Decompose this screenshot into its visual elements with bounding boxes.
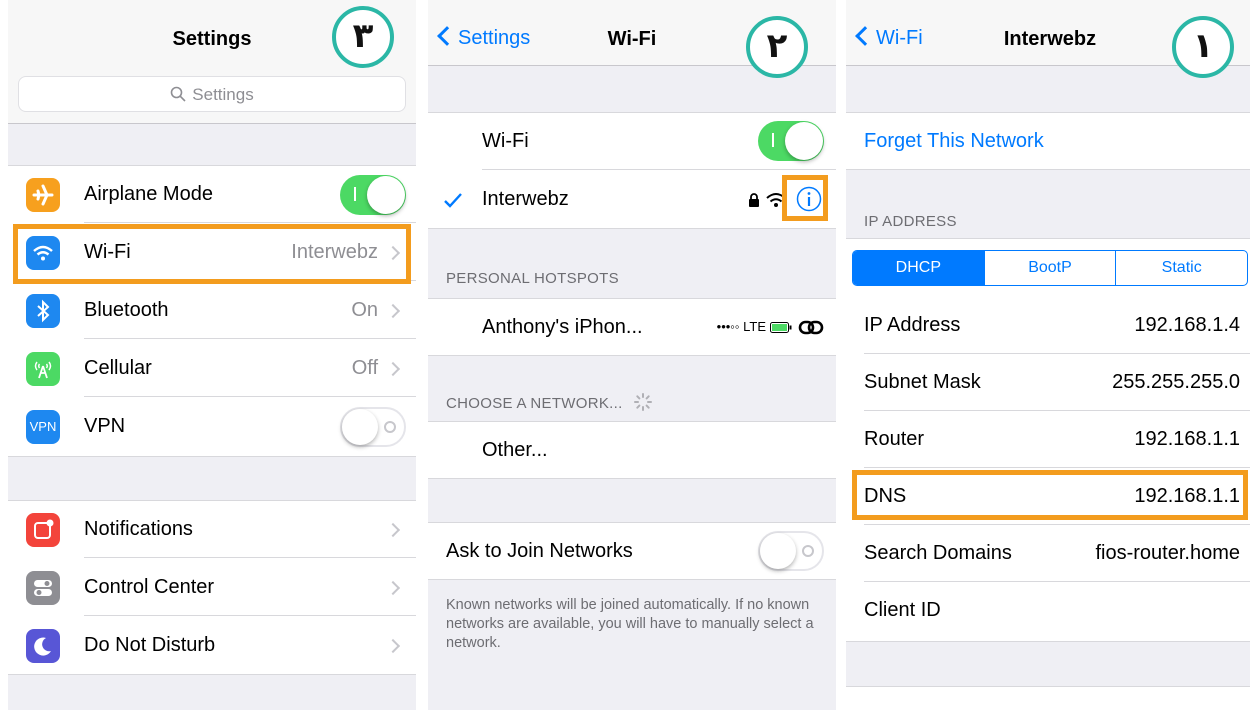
search-placeholder: Settings [192,85,254,104]
wifi-group: Wi-Fi Interwebz [428,112,836,229]
forget-network-button[interactable]: Forget This Network [864,130,1044,153]
ask-join-group: Ask to Join Networks [428,522,836,580]
subnet-mask-row: Subnet Mask 255.255.255.0 [846,354,1250,411]
detail-value: 255.255.255.0 [1112,371,1240,393]
chevron-right-icon [385,361,401,377]
ip-address-header: IP ADDRESS [864,213,957,230]
client-id-row[interactable]: Client ID [846,582,1250,639]
detail-label: Search Domains [864,542,1012,564]
do-not-disturb-row[interactable]: Do Not Disturb [8,617,416,674]
airplane-mode-row: Airplane Mode [8,166,416,223]
chevron-right-icon [385,303,401,319]
bluetooth-value: On [351,299,378,321]
connected-network-row[interactable]: Interwebz [428,171,836,228]
step-badge-3: ٣ [332,6,394,68]
chevron-right-icon [385,522,401,538]
forget-group: Forget This Network [846,112,1250,170]
segment-bootp[interactable]: BootP [985,251,1117,285]
control-center-icon [26,571,60,605]
hotspot-row[interactable]: Anthony's iPhon... •••◦◦ LTE [428,299,836,356]
ip-address-row: IP Address 192.168.1.4 [846,297,1250,354]
segment-static[interactable]: Static [1116,251,1247,285]
wifi-label: Wi-Fi [482,130,529,152]
detail-value: 192.168.1.4 [1134,314,1240,336]
bottom-group-edge [846,686,1250,710]
bluetooth-label: Bluetooth [84,299,169,321]
battery-icon [770,322,792,333]
hotspot-name: Anthony's iPhon... [482,316,643,338]
wifi-highlight [13,224,411,284]
detail-label: IP Address [864,314,961,336]
wifi-toggle[interactable] [758,121,824,161]
dns-highlight [852,470,1248,520]
airplane-mode-label: Airplane Mode [84,183,213,205]
network-detail-screen: Wi-Fi Interwebz ١ Forget This Network IP… [846,0,1250,710]
settings-screen: Settings Settings ٣ Airplane Mode Wi-Fi … [8,0,416,710]
checkmark-icon [444,193,462,208]
ip-mode-segmented-control: DHCP BootP Static [852,250,1248,286]
ask-join-label: Ask to Join Networks [446,540,633,562]
hotspot-signal: •••◦◦ LTE [716,319,766,334]
search-domains-row[interactable]: Search Domains fios-router.home [846,525,1250,582]
connectivity-group: Airplane Mode Wi-Fi Interwebz Bluetooth … [8,165,416,457]
cellular-icon [26,352,60,386]
hotspots-header: PERSONAL HOTSPOTS [446,270,619,287]
ask-join-footer: Known networks will be joined automatica… [446,597,814,651]
notifications-label: Notifications [84,518,193,540]
detail-label: Router [864,428,925,450]
segment-dhcp[interactable]: DHCP [853,251,985,285]
chevron-right-icon [385,638,401,654]
link-icon [798,320,824,335]
ask-join-toggle[interactable] [758,531,824,571]
spinner-icon [634,393,653,411]
vpn-toggle[interactable] [340,407,406,447]
notifications-row[interactable]: Notifications [8,501,416,558]
lock-icon [749,193,759,207]
control-center-label: Control Center [84,576,215,598]
wifi-toggle-row: Wi-Fi [428,113,836,170]
detail-value: fios-router.home [1095,542,1240,564]
info-highlight [782,175,828,221]
moon-icon [26,629,60,663]
step-badge-1: ١ [1172,16,1234,78]
do-not-disturb-label: Do Not Disturb [84,634,216,656]
airplane-mode-toggle[interactable] [340,175,406,215]
detail-label: Client ID [864,599,941,621]
network-name: Interwebz [482,188,569,210]
cellular-row[interactable]: Cellular Off [8,340,416,397]
ask-join-row: Ask to Join Networks [428,523,836,580]
notifications-group: Notifications Control Center Do Not Dist… [8,500,416,675]
vpn-row: VPN VPN [8,398,416,455]
hotspots-group: Anthony's iPhon... •••◦◦ LTE [428,298,836,356]
other-network-row[interactable]: Other... [428,422,836,479]
notifications-icon [26,513,60,547]
bluetooth-row[interactable]: Bluetooth On [8,282,416,339]
airplane-icon [26,178,60,212]
search-bar[interactable]: Settings [18,76,406,112]
detail-value: 192.168.1.1 [1134,428,1240,450]
vpn-icon: VPN [26,410,60,444]
cellular-label: Cellular [84,357,152,379]
router-row: Router 192.168.1.1 [846,411,1250,468]
choose-network-header: CHOOSE A NETWORK... [446,392,653,412]
search-icon [170,86,186,102]
bluetooth-icon [26,294,60,328]
control-center-row[interactable]: Control Center [8,559,416,616]
vpn-label: VPN [84,415,126,437]
step-badge-2: ٢ [746,16,808,78]
other-label: Other... [482,439,548,461]
cellular-value: Off [351,357,378,379]
wifi-screen: Settings Wi-Fi ٢ Wi-Fi Interwebz PERSONA… [428,0,836,710]
forget-network-row[interactable]: Forget This Network [846,113,1250,170]
networks-group: Other... [428,421,836,479]
chevron-right-icon [385,580,401,596]
detail-label: Subnet Mask [864,371,981,393]
